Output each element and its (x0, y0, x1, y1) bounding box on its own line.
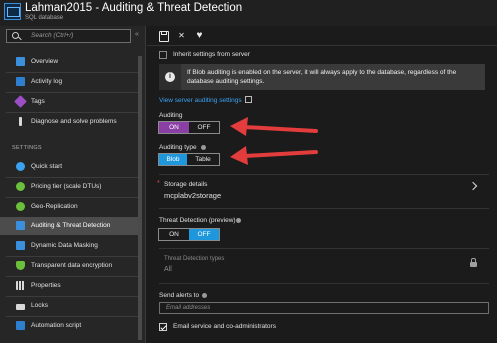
sidebar-item-auditing[interactable]: Auditing & Threat Detection (0, 217, 142, 235)
sidebar-item-label: Activity log (31, 78, 63, 85)
send-alerts-label: Send alerts to (159, 292, 200, 299)
resource-menu: Search (Ctrl+/) « Overview Activity log … (0, 26, 146, 343)
sidebar-item-pricing-tier[interactable]: Pricing tier (scale DTUs) (0, 178, 142, 196)
sidebar-scrollbar[interactable] (138, 56, 142, 340)
chevron-right-icon[interactable] (468, 181, 478, 191)
divider (159, 283, 489, 284)
blade-subtitle: SQL database (25, 15, 64, 21)
email-placeholder: Email addresses (166, 305, 211, 311)
cloud-icon (16, 162, 25, 171)
sidebar-item-label: Diagnose and solve problems (31, 118, 117, 125)
auditing-type-label: Auditing type (159, 144, 197, 151)
sidebar-item-label: Properties (31, 282, 61, 289)
save-icon[interactable] (157, 29, 170, 42)
open-blade-icon[interactable] (245, 96, 252, 103)
wrench-icon (19, 117, 22, 126)
sidebar-item-label: Quick start (31, 163, 63, 170)
divider (159, 208, 489, 209)
auditing-type-blob-option[interactable]: Blob (159, 154, 187, 165)
required-marker: * (157, 180, 160, 187)
globe-icon (16, 202, 25, 211)
auditing-type-toggle[interactable]: Blob Table (158, 153, 220, 166)
section-settings-heading: SETTINGS (12, 145, 42, 151)
tag-icon (14, 95, 27, 108)
sidebar-item-overview[interactable]: Overview (0, 53, 142, 71)
threat-types-label: Threat Detection types (164, 256, 225, 262)
script-icon (16, 321, 25, 330)
sidebar-item-diagnose[interactable]: Diagnose and solve problems (0, 113, 142, 131)
blade-title: Lahman2015 - Auditing & Threat Detection (25, 2, 243, 14)
sidebar-item-tags[interactable]: Tags (0, 93, 142, 111)
inherit-settings-label: Inherit settings from server (173, 51, 250, 58)
threat-detection-off-option[interactable]: OFF (189, 229, 219, 240)
lock-icon (470, 258, 477, 267)
sidebar-item-locks[interactable]: Locks (0, 297, 142, 315)
sidebar-item-label: Automation script (31, 322, 82, 329)
title-bar: Lahman2015 - Auditing & Threat Detection… (0, 0, 497, 26)
info-banner-text: If Blob auditing is enabled on the serve… (187, 69, 457, 85)
activity-log-icon (16, 77, 25, 86)
sidebar-item-label: Transparent data encryption (31, 262, 113, 269)
info-icon[interactable] (202, 293, 207, 298)
settings-blade: ✕ ♥ Inherit settings from server i If Bl… (147, 26, 497, 343)
threat-detection-toggle[interactable]: ON OFF (158, 228, 220, 241)
storage-account-value[interactable]: mcplabv2storage (164, 191, 221, 200)
email-addresses-input[interactable]: Email addresses (159, 302, 489, 314)
info-icon-column: i (159, 64, 181, 90)
toolbar: ✕ ♥ (147, 26, 497, 46)
sidebar-item-data-masking[interactable]: Dynamic Data Masking (0, 237, 142, 255)
search-placeholder: Search (Ctrl+/) (31, 32, 74, 39)
sidebar-item-automation-script[interactable]: Automation script (0, 317, 142, 335)
sidebar-item-label: Geo-Replication (31, 203, 78, 210)
auditing-off-option[interactable]: OFF (189, 122, 219, 133)
sidebar-item-activity-log[interactable]: Activity log (0, 73, 142, 91)
view-server-auditing-link[interactable]: View server auditing settings (159, 97, 242, 104)
overview-icon (16, 57, 25, 66)
collapse-menu-button[interactable]: « (135, 31, 139, 38)
shield-icon (16, 261, 25, 270)
sidebar-item-label: Tags (31, 98, 45, 105)
auditing-icon (16, 221, 25, 230)
sidebar-item-properties[interactable]: Properties (0, 277, 142, 295)
lock-icon (16, 304, 25, 310)
email-admins-checkbox[interactable] (159, 323, 167, 331)
auditing-toggle[interactable]: ON OFF (158, 121, 220, 134)
sidebar-item-label: Locks (31, 302, 48, 309)
divider (159, 248, 489, 249)
heart-icon[interactable]: ♥ (193, 29, 206, 42)
search-input[interactable]: Search (Ctrl+/) (6, 29, 131, 43)
sidebar-item-label: Pricing tier (scale DTUs) (31, 183, 102, 190)
sidebar-item-label: Overview (31, 58, 59, 65)
threat-detection-on-option[interactable]: ON (159, 229, 189, 240)
auditing-type-table-option[interactable]: Table (187, 154, 219, 165)
sidebar-item-quick-start[interactable]: Quick start (0, 158, 142, 176)
storage-details-label: Storage details (164, 181, 208, 188)
properties-icon (16, 281, 25, 290)
sidebar-item-geo-replication[interactable]: Geo-Replication (0, 198, 142, 216)
inherit-settings-checkbox[interactable] (159, 51, 167, 59)
info-icon: i (165, 72, 175, 82)
info-icon[interactable] (236, 218, 241, 223)
gauge-icon (16, 182, 25, 191)
email-admins-label: Email service and co-administrators (173, 323, 276, 330)
discard-icon[interactable]: ✕ (175, 29, 188, 42)
info-icon[interactable] (201, 145, 206, 150)
threat-types-value: All (164, 266, 172, 273)
sql-database-logo-icon (4, 3, 21, 20)
search-icon (12, 32, 19, 39)
sidebar-item-label: Dynamic Data Masking (31, 242, 98, 249)
sidebar-item-label: Auditing & Threat Detection (31, 222, 111, 229)
auditing-label: Auditing (159, 112, 183, 119)
info-banner: i If Blob auditing is enabled on the ser… (159, 64, 485, 90)
sidebar-item-encryption[interactable]: Transparent data encryption (0, 257, 142, 275)
threat-detection-label: Threat Detection (preview) (159, 217, 236, 224)
divider (159, 174, 489, 175)
auditing-on-option[interactable]: ON (159, 122, 189, 133)
masking-icon (16, 241, 25, 250)
